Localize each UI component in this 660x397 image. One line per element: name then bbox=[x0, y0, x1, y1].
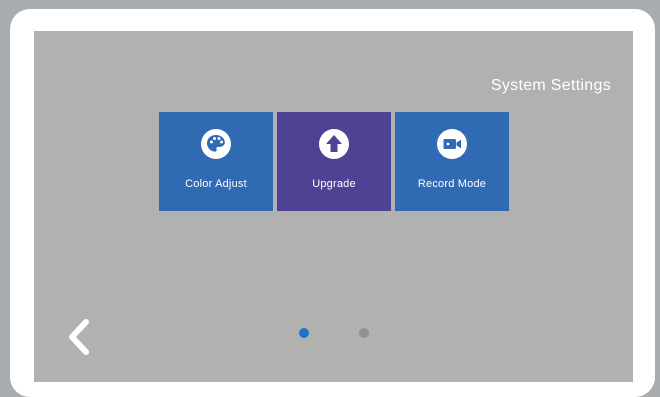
video-camera-icon bbox=[437, 129, 467, 159]
color-adjust-label: Color Adjust bbox=[185, 178, 247, 190]
settings-screen: System Settings Color Adjust Upgrade Rec… bbox=[34, 31, 633, 382]
page-title: System Settings bbox=[490, 77, 611, 94]
device-bezel: System Settings Color Adjust Upgrade Rec… bbox=[10, 9, 655, 397]
page-indicator-dot-active[interactable] bbox=[299, 328, 309, 338]
record-mode-label: Record Mode bbox=[417, 178, 487, 190]
upgrade-label: Upgrade bbox=[312, 178, 356, 190]
chevron-left-icon[interactable] bbox=[64, 319, 94, 355]
upload-arrow-icon bbox=[319, 129, 349, 159]
upgrade-tile[interactable]: Upgrade bbox=[277, 112, 391, 211]
record-mode-tile[interactable]: Record Mode bbox=[395, 112, 509, 211]
page-indicator-dot[interactable] bbox=[359, 328, 369, 338]
palette-icon bbox=[201, 129, 231, 159]
color-adjust-tile[interactable]: Color Adjust bbox=[159, 112, 273, 211]
